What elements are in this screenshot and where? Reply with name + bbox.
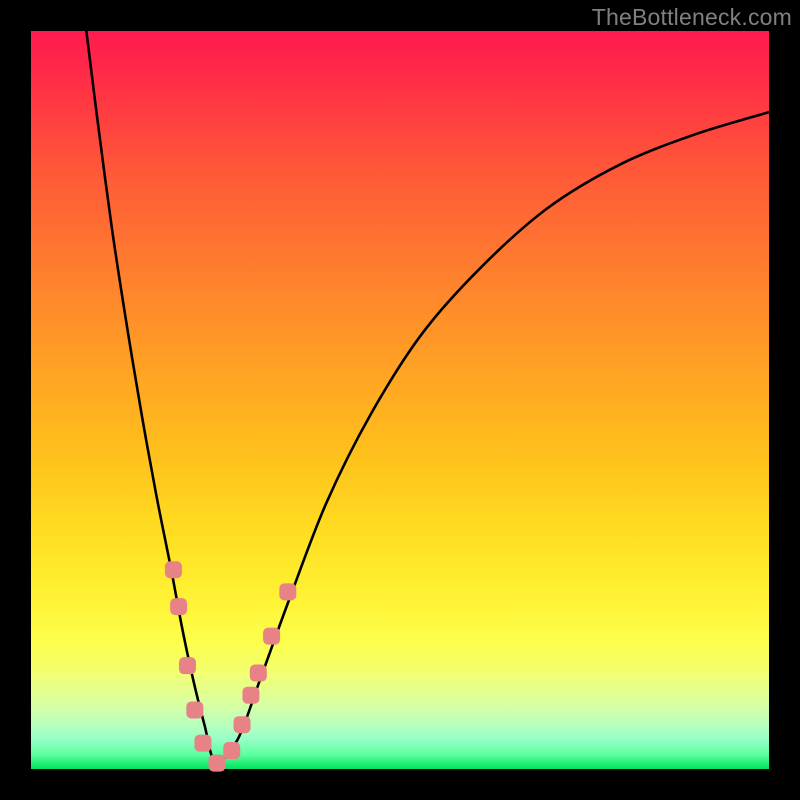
data-point-marker: [223, 742, 240, 759]
chart-frame: TheBottleneck.com: [0, 0, 800, 800]
data-point-marker: [179, 657, 196, 674]
bottleneck-curve: [86, 31, 769, 762]
chart-svg: [31, 31, 769, 769]
data-point-marker: [279, 583, 296, 600]
marker-group: [165, 561, 296, 771]
bottleneck-curve-path: [86, 31, 769, 762]
data-point-marker: [194, 735, 211, 752]
data-point-marker: [165, 561, 182, 578]
data-point-marker: [208, 755, 225, 772]
data-point-marker: [186, 701, 203, 718]
data-point-marker: [242, 687, 259, 704]
data-point-marker: [263, 628, 280, 645]
data-point-marker: [250, 665, 267, 682]
data-point-marker: [170, 598, 187, 615]
data-point-marker: [234, 716, 251, 733]
plot-area: [31, 31, 769, 769]
watermark-text: TheBottleneck.com: [592, 4, 792, 31]
